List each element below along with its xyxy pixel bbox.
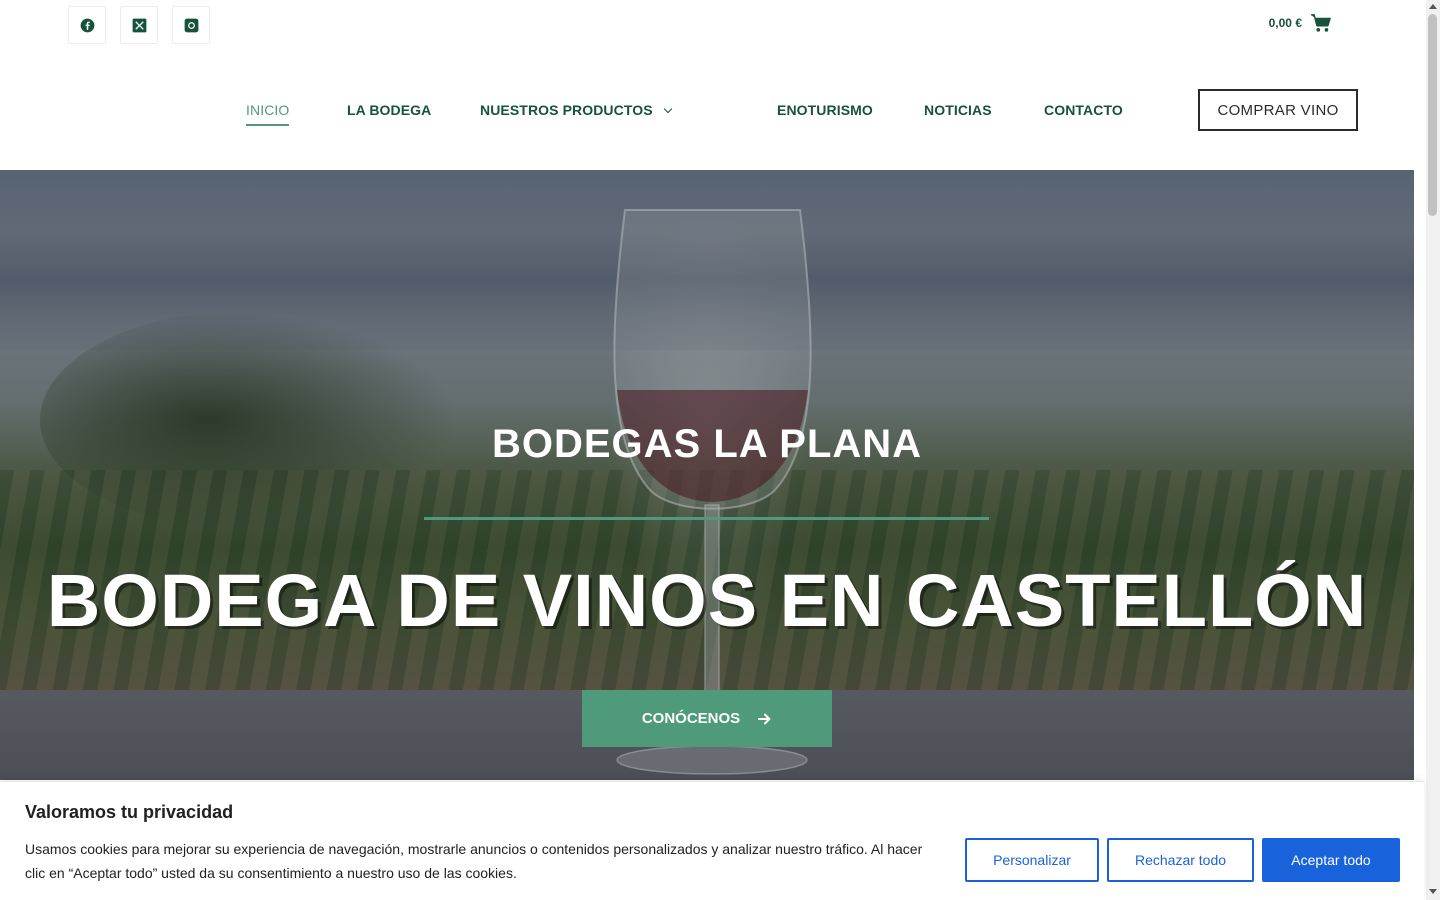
cart[interactable]: 0,00 €	[1269, 13, 1332, 33]
facebook-icon	[80, 18, 94, 32]
arrow-right-icon	[758, 713, 771, 724]
nav-item-nuestros-productos[interactable]: NUESTROS PRODUCTOS	[480, 102, 672, 118]
nav-item-label: NUESTROS PRODUCTOS	[480, 102, 653, 118]
cart-icon	[1311, 14, 1331, 32]
cookie-banner: Valoramos tu privacidad Usamos cookies p…	[0, 781, 1424, 900]
conocenos-label: CONÓCENOS	[641, 710, 741, 727]
nav-item-enoturismo[interactable]: ENOTURISMO	[777, 102, 873, 118]
instagram-link[interactable]	[172, 6, 210, 44]
nav-item-inicio[interactable]: INICIO	[246, 102, 290, 126]
nav-item-la-bodega[interactable]: LA BODEGA	[347, 102, 431, 118]
nav-item-contacto[interactable]: CONTACTO	[1044, 102, 1123, 118]
customize-button[interactable]: Personalizar	[965, 838, 1099, 882]
hero-section: BODEGAS LA PLANA BODEGA DE VINOS EN CAST…	[0, 170, 1414, 780]
buy-wine-button[interactable]: COMPRAR VINO	[1198, 89, 1358, 131]
main-nav: INICIO LA BODEGA NUESTROS PRODUCTOS ENOT…	[0, 52, 1414, 170]
nav-item-noticias[interactable]: NOTICIAS	[924, 102, 992, 118]
scroll-thumb[interactable]	[1428, 14, 1437, 216]
page-scrollbar[interactable]	[1426, 0, 1440, 900]
cart-total: 0,00 €	[1268, 16, 1302, 30]
hero-overlay	[0, 170, 1414, 780]
hero-subtitle: BODEGAS LA PLANA	[491, 422, 923, 466]
x-twitter-link[interactable]	[120, 6, 158, 44]
accept-all-button[interactable]: Aceptar todo	[1262, 838, 1400, 882]
chevron-down-icon	[663, 104, 672, 114]
hero-title: BODEGA DE VINOS EN CASTELLÓN	[46, 559, 1368, 642]
scroll-down-arrow-icon[interactable]	[1429, 889, 1437, 894]
top-bar: 0,00 €	[0, 0, 1414, 52]
facebook-link[interactable]	[68, 6, 106, 44]
scroll-up-arrow-icon[interactable]	[1429, 4, 1437, 9]
cookie-title: Valoramos tu privacidad	[25, 802, 234, 822]
conocenos-button[interactable]: CONÓCENOS	[582, 690, 832, 747]
hero-divider	[424, 517, 989, 520]
instagram-icon	[184, 18, 198, 32]
cookie-text: Usamos cookies para mejorar su experienc…	[25, 841, 923, 881]
reject-all-button[interactable]: Rechazar todo	[1107, 838, 1254, 882]
x-twitter-icon	[132, 18, 146, 32]
